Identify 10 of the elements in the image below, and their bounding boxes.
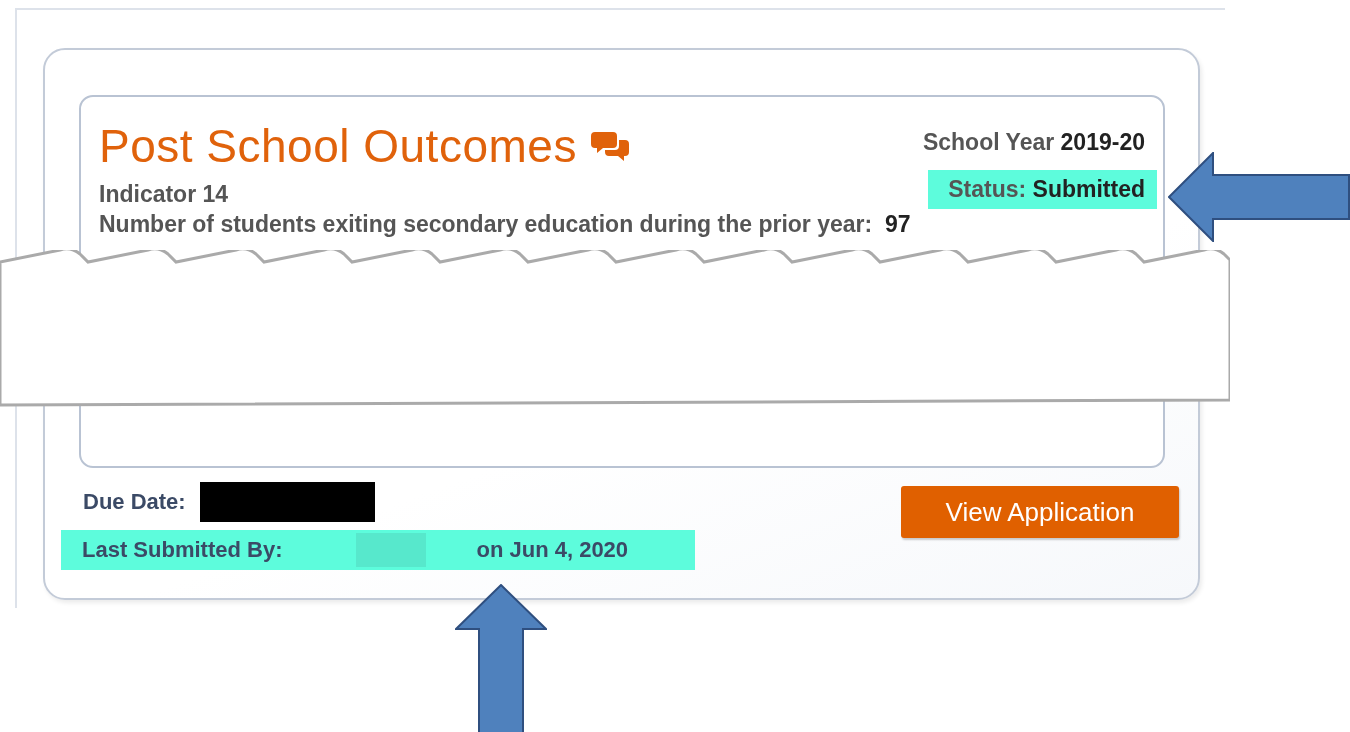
due-date-label: Due Date:: [83, 489, 186, 515]
view-application-button[interactable]: View Application: [901, 486, 1179, 538]
indicator-label: Indicator 14: [99, 181, 230, 208]
submitted-date-text: on Jun 4, 2020: [476, 537, 629, 563]
last-submitted-label: Last Submitted By:: [82, 537, 283, 563]
school-year-text: School Year 2019-20: [922, 129, 1145, 156]
status-text: Status: Submitted: [928, 170, 1157, 209]
page-title: Post School Outcomes: [99, 119, 577, 173]
comments-icon[interactable]: [590, 130, 631, 162]
students-count-text: Number of students exiting secondary education during the prior year: 97: [99, 211, 912, 238]
